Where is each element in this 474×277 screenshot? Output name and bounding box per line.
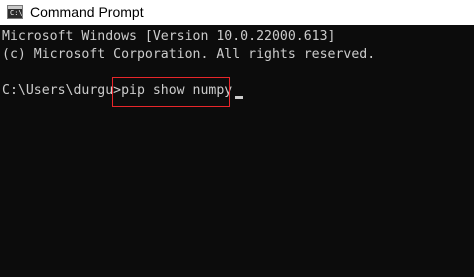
console-line-version: Microsoft Windows [Version 10.0.22000.61…	[2, 29, 336, 44]
window-title: Command Prompt	[30, 4, 144, 20]
command-highlight-box	[112, 77, 230, 107]
console-output[interactable]: Microsoft Windows [Version 10.0.22000.61…	[0, 25, 474, 277]
command-prompt-path: C:\Users\durgu>	[2, 83, 122, 98]
command-prompt-window: C:\_ Command Prompt Microsoft Windows [V…	[0, 0, 474, 277]
console-line-copyright: (c) Microsoft Corporation. All rights re…	[2, 47, 376, 62]
terminal-icon[interactable]: C:\_	[7, 5, 27, 19]
text-cursor	[235, 96, 243, 99]
terminal-icon-glyph: C:\_	[10, 9, 27, 17]
title-bar[interactable]: C:\_ Command Prompt	[0, 0, 474, 25]
